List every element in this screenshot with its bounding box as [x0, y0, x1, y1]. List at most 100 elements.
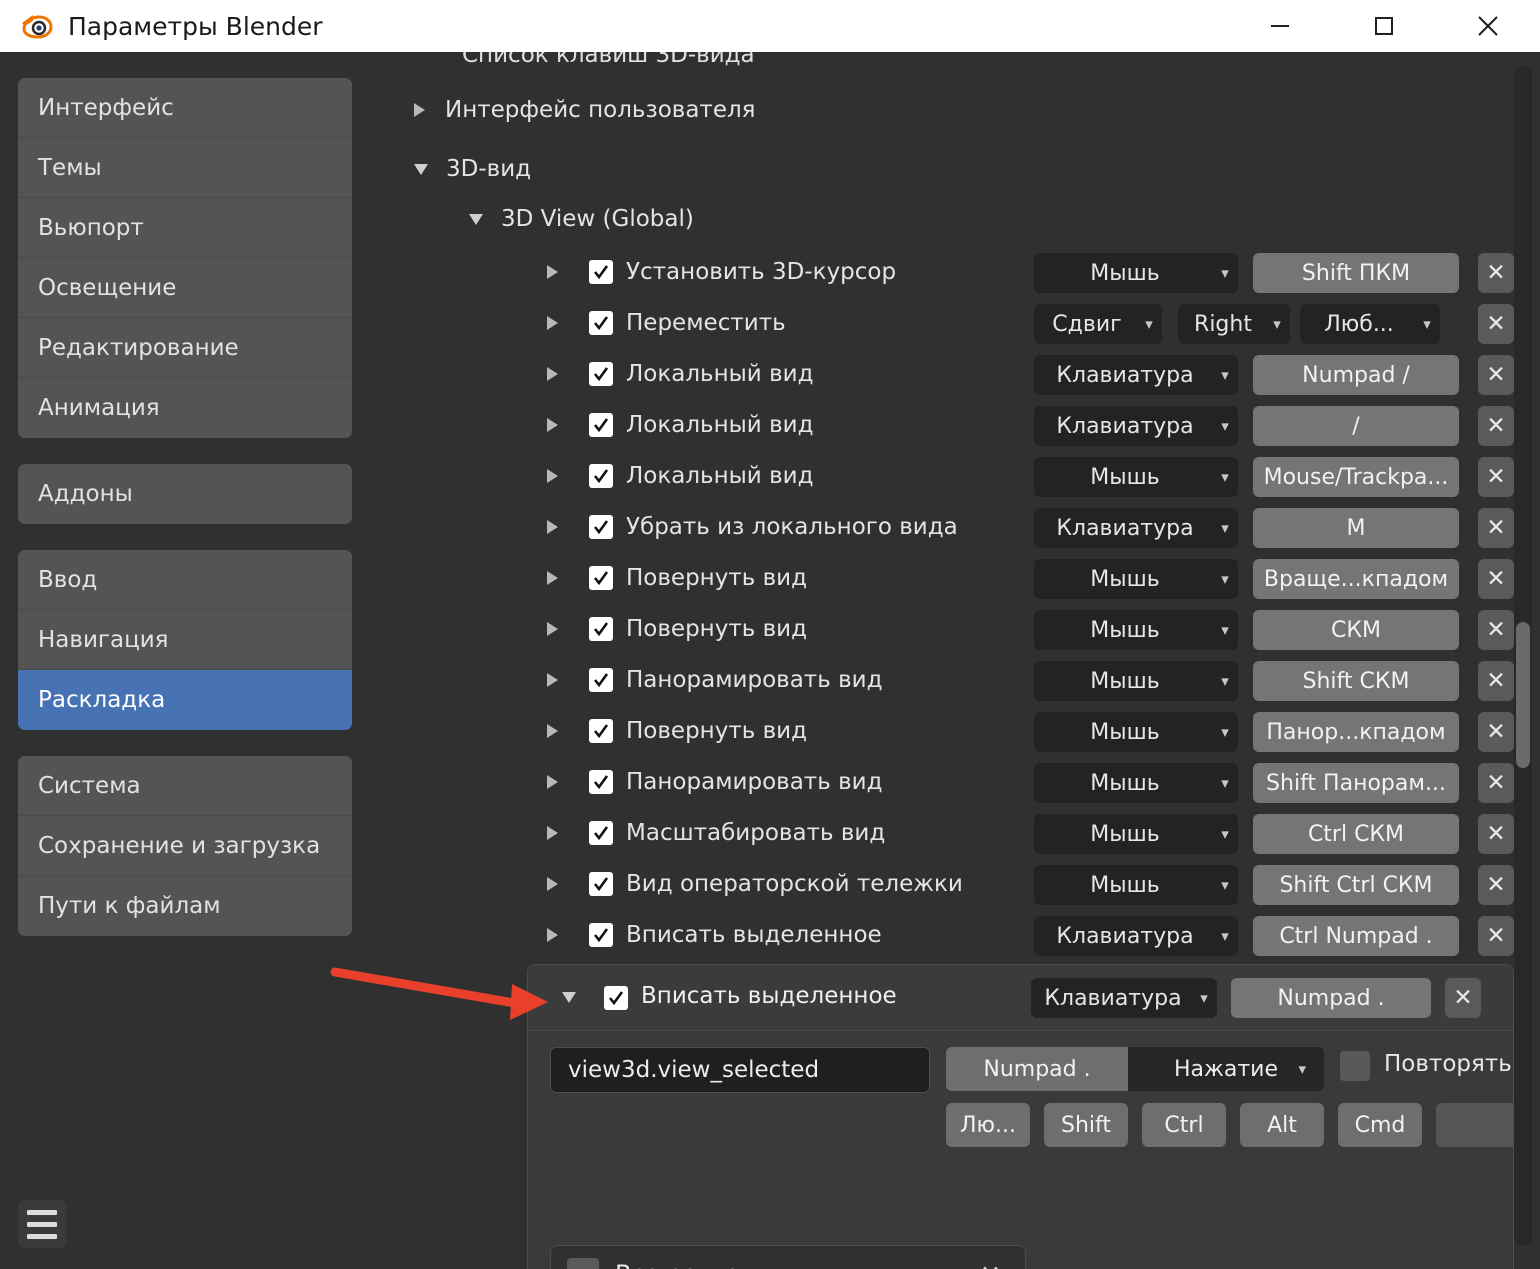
- sidebar-item[interactable]: Сохранение и загрузка: [18, 816, 352, 876]
- key-binding-button[interactable]: Панор...кпадом: [1253, 712, 1459, 752]
- event-value-dropdown[interactable]: Нажатие ▾: [1128, 1047, 1324, 1091]
- keymap-row[interactable]: Повернуть видМышь▾Панор...кпадом✕: [384, 706, 1514, 757]
- remove-keymap-item-button[interactable]: ✕: [1478, 304, 1514, 344]
- sidebar-item[interactable]: Темы: [18, 138, 352, 198]
- remove-keymap-item-button[interactable]: ✕: [1478, 916, 1514, 956]
- modifier-button[interactable]: Shift: [1044, 1103, 1128, 1147]
- minimize-icon[interactable]: [1228, 0, 1332, 52]
- maximize-icon[interactable]: [1332, 0, 1436, 52]
- remove-keymap-item-button[interactable]: ✕: [1478, 661, 1514, 701]
- keymap-row[interactable]: Установить 3D-курсорМышь▾Shift ПКМ✕: [384, 247, 1514, 298]
- enable-checkbox[interactable]: [589, 821, 613, 845]
- enable-checkbox[interactable]: [589, 872, 613, 896]
- key-binding-button[interactable]: Numpad /: [1253, 355, 1459, 395]
- enable-checkbox[interactable]: [589, 515, 613, 539]
- keymap-row[interactable]: Панорамировать видМышь▾Shift СКМ✕: [384, 655, 1514, 706]
- key-binding-button[interactable]: Numpad .: [1231, 978, 1431, 1018]
- keymap-row[interactable]: Панорамировать видМышь▾Shift Панорам...✕: [384, 757, 1514, 808]
- keymap-row[interactable]: Повернуть видМышь▾Враще...кпадом✕: [384, 553, 1514, 604]
- sidebar-item[interactable]: Вьюпорт: [18, 198, 352, 258]
- sidebar-item[interactable]: Интерфейс: [18, 78, 352, 138]
- key-binding-button[interactable]: Shift Панорам...: [1253, 763, 1459, 803]
- remove-keymap-item-button[interactable]: ✕: [1478, 253, 1514, 293]
- sidebar-item[interactable]: Система: [18, 756, 352, 816]
- input-type-dropdown[interactable]: Мышь▾: [1034, 763, 1238, 803]
- sidebar-item[interactable]: Ввод: [18, 550, 352, 610]
- chevron-right-icon[interactable]: [547, 316, 558, 330]
- key-binding-button[interactable]: Враще...кпадом: [1253, 559, 1459, 599]
- remove-keymap-item-button[interactable]: ✕: [1478, 814, 1514, 854]
- key-binding-button[interactable]: Ctrl СКМ: [1253, 814, 1459, 854]
- hamburger-menu-icon[interactable]: [18, 1200, 66, 1248]
- sidebar-item[interactable]: Анимация: [18, 378, 352, 438]
- input-type-dropdown[interactable]: Мышь▾: [1034, 814, 1238, 854]
- chevron-right-icon[interactable]: [547, 418, 558, 432]
- enable-checkbox[interactable]: [589, 362, 613, 386]
- keymap-row[interactable]: ПереместитьСдвиг▾Right▾Люб...▾✕: [384, 298, 1514, 349]
- keymap-row[interactable]: Локальный видКлавиатура▾Numpad /✕: [384, 349, 1514, 400]
- remove-region-button[interactable]: ✕: [980, 1260, 1001, 1269]
- modifier-button[interactable]: Лю...: [946, 1103, 1030, 1147]
- key-binding-button[interactable]: Ctrl Numpad .: [1253, 916, 1459, 956]
- chevron-right-icon[interactable]: [547, 724, 558, 738]
- enable-checkbox[interactable]: [589, 413, 613, 437]
- key-binding-button[interactable]: Shift ПКМ: [1253, 253, 1459, 293]
- remove-keymap-item-button[interactable]: ✕: [1478, 406, 1514, 446]
- sidebar-item[interactable]: Редактирование: [18, 318, 352, 378]
- remove-keymap-item-button[interactable]: ✕: [1478, 763, 1514, 803]
- input-type-dropdown[interactable]: Мышь▾: [1034, 253, 1238, 293]
- input-type-dropdown[interactable]: Мышь▾: [1034, 661, 1238, 701]
- sidebar-item[interactable]: Освещение: [18, 258, 352, 318]
- all-regions-row[interactable]: Все регионы ✕: [550, 1245, 1026, 1269]
- input-type-dropdown[interactable]: Клавиатура ▾: [1031, 978, 1217, 1018]
- keymap-row[interactable]: Повернуть видМышь▾СКМ✕: [384, 604, 1514, 655]
- modifier-button[interactable]: Alt: [1240, 1103, 1324, 1147]
- chevron-right-icon[interactable]: [547, 826, 558, 840]
- input-type-dropdown[interactable]: Мышь▾: [1034, 610, 1238, 650]
- modifier-button[interactable]: Ctrl: [1142, 1103, 1226, 1147]
- enable-checkbox[interactable]: [589, 719, 613, 743]
- vertical-scrollbar[interactable]: [1514, 66, 1532, 1246]
- key-binding-button[interactable]: /: [1253, 406, 1459, 446]
- enable-checkbox[interactable]: [589, 260, 613, 284]
- input-type-dropdown[interactable]: Клавиатура▾: [1034, 406, 1238, 446]
- enable-checkbox[interactable]: [589, 617, 613, 641]
- tree-node-3d-view-global[interactable]: 3D View (Global): [469, 202, 694, 236]
- input-type-dropdown[interactable]: Клавиатура▾: [1034, 916, 1238, 956]
- modifier-button[interactable]: [1436, 1103, 1514, 1147]
- keymap-row[interactable]: Локальный видКлавиатура▾/✕: [384, 400, 1514, 451]
- chevron-right-icon[interactable]: [547, 877, 558, 891]
- key-binding-button[interactable]: M: [1253, 508, 1459, 548]
- key-binding-button[interactable]: Shift СКМ: [1253, 661, 1459, 701]
- enable-checkbox[interactable]: [589, 923, 613, 947]
- tree-node-3d-view[interactable]: 3D-вид: [414, 152, 531, 186]
- sidebar-item[interactable]: Пути к файлам: [18, 876, 352, 936]
- scrollbar-thumb[interactable]: [1516, 622, 1530, 768]
- keymap-row[interactable]: Вид операторской тележкиМышь▾Shift Ctrl …: [384, 859, 1514, 910]
- chevron-right-icon[interactable]: [547, 367, 558, 381]
- keymap-row[interactable]: Масштабировать видМышь▾Ctrl СКМ✕: [384, 808, 1514, 859]
- remove-keymap-item-button[interactable]: ✕: [1478, 610, 1514, 650]
- binding-dropdown[interactable]: Right▾: [1178, 304, 1290, 344]
- enable-checkbox[interactable]: [589, 311, 613, 335]
- remove-keymap-item-button[interactable]: ✕: [1478, 559, 1514, 599]
- enable-checkbox[interactable]: [589, 668, 613, 692]
- binding-dropdown[interactable]: Люб...▾: [1300, 304, 1440, 344]
- keymap-row[interactable]: Убрать из локального видаКлавиатура▾M✕: [384, 502, 1514, 553]
- input-type-dropdown[interactable]: Клавиатура▾: [1034, 508, 1238, 548]
- key-binding-button[interactable]: Shift Ctrl СКМ: [1253, 865, 1459, 905]
- chevron-right-icon[interactable]: [547, 622, 558, 636]
- keymap-row[interactable]: Локальный видМышь▾Mouse/Trackpa...✕: [384, 451, 1514, 502]
- input-type-dropdown[interactable]: Мышь▾: [1034, 457, 1238, 497]
- tree-node-user-interface[interactable]: Интерфейс пользователя: [414, 93, 756, 127]
- remove-keymap-item-button[interactable]: ✕: [1478, 712, 1514, 752]
- remove-keymap-item-button[interactable]: ✕: [1478, 508, 1514, 548]
- modifier-button[interactable]: Cmd: [1338, 1103, 1422, 1147]
- repeat-checkbox[interactable]: [1340, 1051, 1370, 1081]
- close-icon[interactable]: [1436, 0, 1540, 52]
- input-type-dropdown[interactable]: Мышь▾: [1034, 712, 1238, 752]
- remove-keymap-item-button[interactable]: ✕: [1445, 978, 1481, 1018]
- keymap-row[interactable]: Вписать выделенноеКлавиатура▾Ctrl Numpad…: [384, 910, 1514, 961]
- input-type-dropdown[interactable]: Клавиатура▾: [1034, 355, 1238, 395]
- chevron-right-icon[interactable]: [547, 775, 558, 789]
